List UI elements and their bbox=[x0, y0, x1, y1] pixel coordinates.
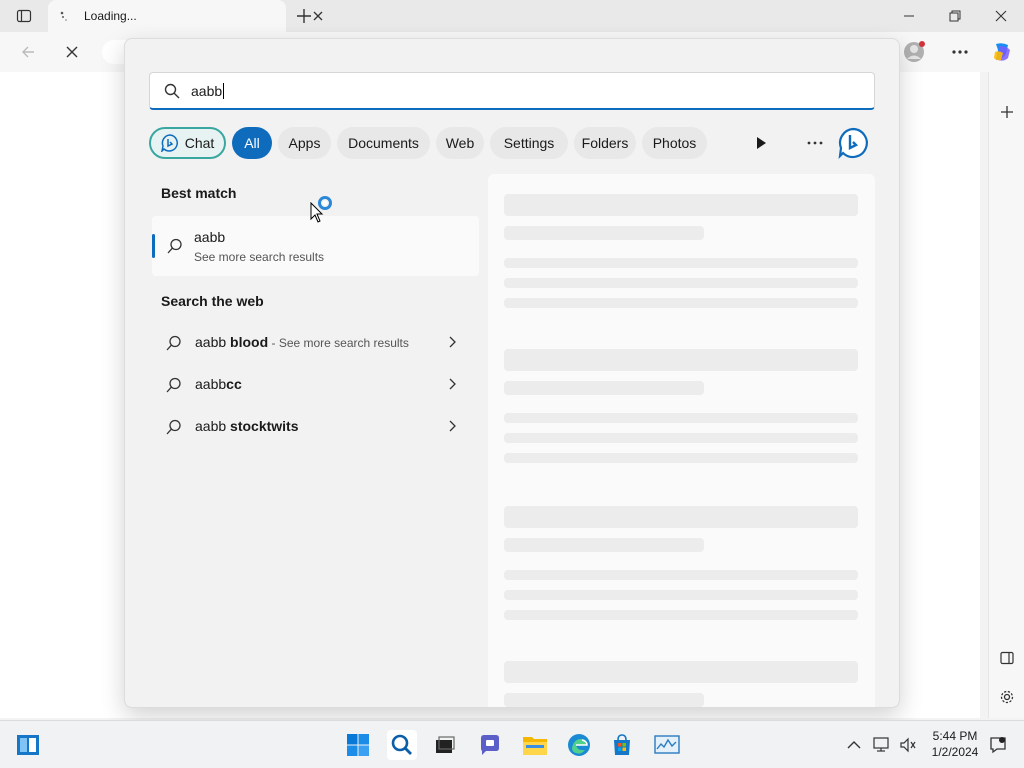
filter-chat-button[interactable]: Chat bbox=[149, 127, 226, 159]
best-match-result[interactable]: aabb See more search results bbox=[152, 216, 479, 276]
web-result-text: aabb blood - See more search results bbox=[195, 334, 409, 350]
windows-search-panel: aabb Chat All Apps Documents Web Setting… bbox=[124, 38, 900, 708]
teams-chat-icon[interactable] bbox=[475, 730, 505, 760]
best-match-subtitle: See more search results bbox=[194, 250, 325, 264]
filter-scroll-right-icon[interactable] bbox=[749, 131, 773, 155]
add-sidebar-app-icon[interactable] bbox=[993, 98, 1021, 126]
edge-icon[interactable] bbox=[564, 730, 594, 760]
restore-icon[interactable] bbox=[943, 6, 967, 26]
chevron-right-icon bbox=[449, 336, 456, 348]
close-window-icon[interactable] bbox=[989, 6, 1013, 26]
skeleton-title bbox=[504, 506, 858, 528]
sidebar-toggle-icon[interactable] bbox=[993, 644, 1021, 672]
file-explorer-icon[interactable] bbox=[520, 730, 550, 760]
store-icon[interactable] bbox=[607, 730, 637, 760]
windows-taskbar: 5:44 PM 1/2/2024 bbox=[0, 720, 1024, 768]
task-view-icon[interactable] bbox=[430, 730, 460, 760]
back-arrow-icon[interactable] bbox=[16, 40, 40, 64]
filter-folders-tab[interactable]: Folders bbox=[574, 127, 636, 159]
skeleton-line bbox=[504, 298, 858, 308]
filter-documents-tab[interactable]: Documents bbox=[337, 127, 430, 159]
tab-actions-icon[interactable] bbox=[8, 6, 40, 26]
filter-web-tab[interactable]: Web bbox=[436, 127, 484, 159]
new-tab-icon[interactable] bbox=[294, 6, 314, 26]
skeleton-line bbox=[504, 433, 858, 443]
search-query-text: aabb bbox=[191, 83, 225, 99]
task-manager-icon[interactable] bbox=[652, 730, 682, 760]
search-filter-bar: Chat All Apps Documents Web Settings Fol… bbox=[149, 127, 875, 159]
chevron-right-icon bbox=[449, 378, 456, 390]
skeleton-title bbox=[504, 349, 858, 371]
skeleton-line bbox=[504, 610, 858, 620]
notification-icon[interactable] bbox=[986, 730, 1010, 760]
skeleton-line bbox=[504, 453, 858, 463]
tab-title: Loading... bbox=[84, 9, 137, 23]
settings-gear-icon[interactable] bbox=[993, 683, 1021, 711]
skeleton-line bbox=[504, 258, 858, 268]
skeleton-title bbox=[504, 194, 858, 216]
search-icon[interactable] bbox=[387, 730, 417, 760]
skeleton-subtitle bbox=[504, 381, 704, 395]
browser-tab[interactable]: Loading... bbox=[48, 0, 323, 32]
best-match-title: aabb bbox=[194, 229, 226, 245]
selection-indicator bbox=[152, 234, 155, 258]
filter-apps-tab[interactable]: Apps bbox=[278, 127, 331, 159]
search-icon bbox=[167, 238, 182, 254]
filter-more-icon[interactable] bbox=[803, 131, 827, 155]
skeleton-subtitle bbox=[504, 226, 704, 240]
skeleton-line bbox=[504, 413, 858, 423]
web-result-row[interactable]: aabbcc bbox=[161, 368, 461, 400]
web-result-row[interactable]: aabb blood - See more search results bbox=[161, 326, 461, 358]
web-result-text: aabb stocktwits bbox=[195, 418, 299, 434]
skeleton-subtitle bbox=[504, 538, 704, 552]
skeleton-line bbox=[504, 590, 858, 600]
widgets-icon[interactable] bbox=[13, 730, 43, 760]
filter-photos-tab[interactable]: Photos bbox=[642, 127, 707, 159]
system-clock[interactable]: 5:44 PM 1/2/2024 bbox=[922, 728, 988, 760]
clock-date: 1/2/2024 bbox=[931, 745, 979, 759]
search-web-heading: Search the web bbox=[161, 293, 264, 309]
more-options-icon[interactable] bbox=[948, 40, 972, 64]
chevron-right-icon bbox=[449, 420, 456, 432]
filter-all-tab[interactable]: All bbox=[232, 127, 272, 159]
network-icon[interactable] bbox=[870, 730, 894, 760]
bing-icon[interactable] bbox=[837, 127, 869, 159]
search-icon bbox=[166, 419, 181, 435]
chevron-up-icon[interactable] bbox=[841, 730, 867, 760]
bing-chat-icon bbox=[160, 134, 178, 152]
loading-spinner-icon bbox=[60, 11, 67, 21]
search-icon bbox=[166, 377, 181, 393]
skeleton-subtitle bbox=[504, 693, 704, 707]
web-result-row[interactable]: aabb stocktwits bbox=[161, 410, 461, 442]
search-icon bbox=[164, 83, 180, 99]
clock-time: 5:44 PM bbox=[932, 729, 978, 743]
preview-pane-loading bbox=[488, 174, 875, 707]
search-icon bbox=[166, 335, 181, 351]
skeleton-line bbox=[504, 570, 858, 580]
volume-icon[interactable] bbox=[896, 730, 920, 760]
copilot-icon[interactable] bbox=[990, 40, 1014, 64]
skeleton-title bbox=[504, 661, 858, 683]
browser-tab-bar: Loading... bbox=[0, 0, 1024, 32]
best-match-heading: Best match bbox=[161, 185, 237, 201]
profile-avatar-icon[interactable] bbox=[902, 40, 926, 64]
busy-ring-icon bbox=[318, 196, 332, 210]
filter-settings-tab[interactable]: Settings bbox=[490, 127, 568, 159]
search-input[interactable]: aabb bbox=[149, 72, 875, 110]
web-result-text: aabbcc bbox=[195, 376, 242, 392]
minimize-icon[interactable] bbox=[897, 6, 921, 26]
start-icon[interactable] bbox=[343, 730, 373, 760]
skeleton-line bbox=[504, 278, 858, 288]
edge-sidebar bbox=[988, 72, 1024, 718]
stop-loading-icon[interactable] bbox=[60, 40, 84, 64]
